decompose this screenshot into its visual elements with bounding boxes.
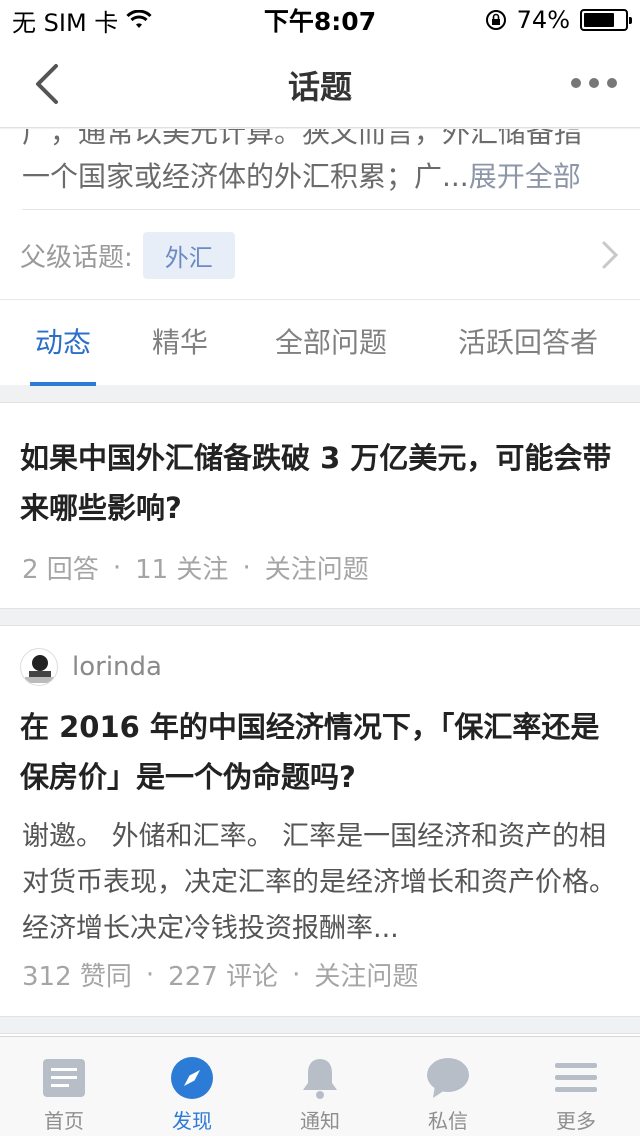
tabbar-item-home[interactable]: 首页 [0, 1037, 128, 1136]
answer-excerpt[interactable]: 谢邀。 外储和汇率。 汇率是一国经济和资产的相对货币表现，决定汇率的是经济增长和… [22, 814, 620, 952]
author-row[interactable]: lorinda [20, 648, 162, 686]
feed-card[interactable]: 如果中国外汇储备跌破 3 万亿美元，可能会带来哪些影响? 2 回答 · 11 关… [0, 402, 640, 609]
answer-meta: 312 赞同 · 227 评论 · 关注问题 [22, 956, 418, 993]
tabbar-label: 更多 [556, 1109, 596, 1133]
topic-description[interactable]: 广，通常以美元计算。狭义而言，外汇储备指 一个国家或经济体的外汇积累；广...展… [22, 129, 618, 199]
topic-tabs: 动态 精华 全部问题 活跃回答者 [0, 300, 640, 386]
follow-count: 11 关注 [135, 555, 229, 585]
tab-all-questions[interactable]: 全部问题 [275, 300, 387, 386]
separator-dot: · [112, 552, 122, 583]
like-count: 312 赞同 [22, 962, 132, 992]
tabbar-label: 私信 [428, 1109, 468, 1133]
follow-question-button[interactable]: 关注问题 [314, 956, 418, 993]
bottom-tab-bar: 首页 发现 通知 私信 更多 [0, 1036, 640, 1136]
topic-description-line2: 一个国家或经济体的外汇积累；广... [22, 160, 469, 193]
separator-dot: · [145, 959, 155, 990]
feed-card[interactable]: lorinda 在 2016 年的中国经济情况下，「保汇率还是保房价」是一个伪命… [0, 625, 640, 1017]
tabbar-item-discover[interactable]: 发现 [128, 1037, 256, 1136]
tabbar-item-notifications[interactable]: 通知 [256, 1037, 384, 1136]
rotation-lock-icon [485, 10, 506, 30]
chat-bubble-icon [427, 1058, 469, 1098]
tab-activity[interactable]: 动态 [30, 300, 96, 386]
menu-icon [555, 1063, 597, 1092]
bell-icon [303, 1059, 337, 1099]
parent-topic-label: 父级话题: [20, 242, 133, 273]
tab-active-answerers[interactable]: 活跃回答者 [458, 300, 598, 386]
page-title: 话题 [287, 68, 352, 106]
topic-header: 广，通常以美元计算。狭义而言，外汇储备指 一个国家或经济体的外汇积累；广...展… [0, 129, 640, 386]
tab-featured[interactable]: 精华 [152, 300, 208, 386]
chevron-right-icon [602, 241, 619, 269]
answer-count: 2 回答 [22, 555, 99, 585]
separator-dot: · [242, 552, 251, 583]
battery-icon [580, 9, 632, 31]
more-dots-icon[interactable] [570, 74, 618, 92]
question-title[interactable]: 如果中国外汇储备跌破 3 万亿美元，可能会带来哪些影响? [20, 433, 620, 533]
nav-bar: 话题 [0, 40, 640, 128]
tabbar-item-messages[interactable]: 私信 [384, 1037, 512, 1136]
follow-question-button[interactable]: 关注问题 [265, 549, 369, 586]
tabbar-item-more[interactable]: 更多 [512, 1037, 640, 1136]
expand-all-link[interactable]: 展开全部 [469, 160, 581, 193]
tabbar-label: 发现 [172, 1109, 212, 1133]
battery-percent: 74% [516, 6, 570, 34]
avatar-image [25, 655, 55, 683]
author-name[interactable]: lorinda [72, 652, 162, 682]
separator-dot: · [292, 959, 301, 990]
tabbar-label: 通知 [300, 1109, 340, 1133]
topic-description-line1: 广，通常以美元计算。狭义而言，外汇储备指 [22, 129, 583, 149]
status-bar: 无 SIM 卡 下午8:07 74% [0, 0, 640, 40]
home-icon [43, 1059, 85, 1097]
question-meta: 2 回答 · 11 关注 · 关注问题 [22, 549, 369, 586]
parent-topic-tag[interactable]: 外汇 [142, 231, 235, 279]
divider [22, 209, 640, 210]
content-scroll[interactable]: 广，通常以美元计算。狭义而言，外汇储备指 一个国家或经济体的外汇积累；广...展… [0, 129, 640, 1036]
parent-topic-row[interactable]: 父级话题: 外汇 [0, 211, 640, 299]
question-title[interactable]: 在 2016 年的中国经济情况下，「保汇率还是保房价」是一个伪命题吗? [20, 702, 620, 802]
comment-count: 227 评论 [168, 962, 279, 992]
tabbar-label: 首页 [44, 1109, 84, 1133]
avatar[interactable] [20, 648, 58, 686]
compass-icon [171, 1057, 213, 1099]
